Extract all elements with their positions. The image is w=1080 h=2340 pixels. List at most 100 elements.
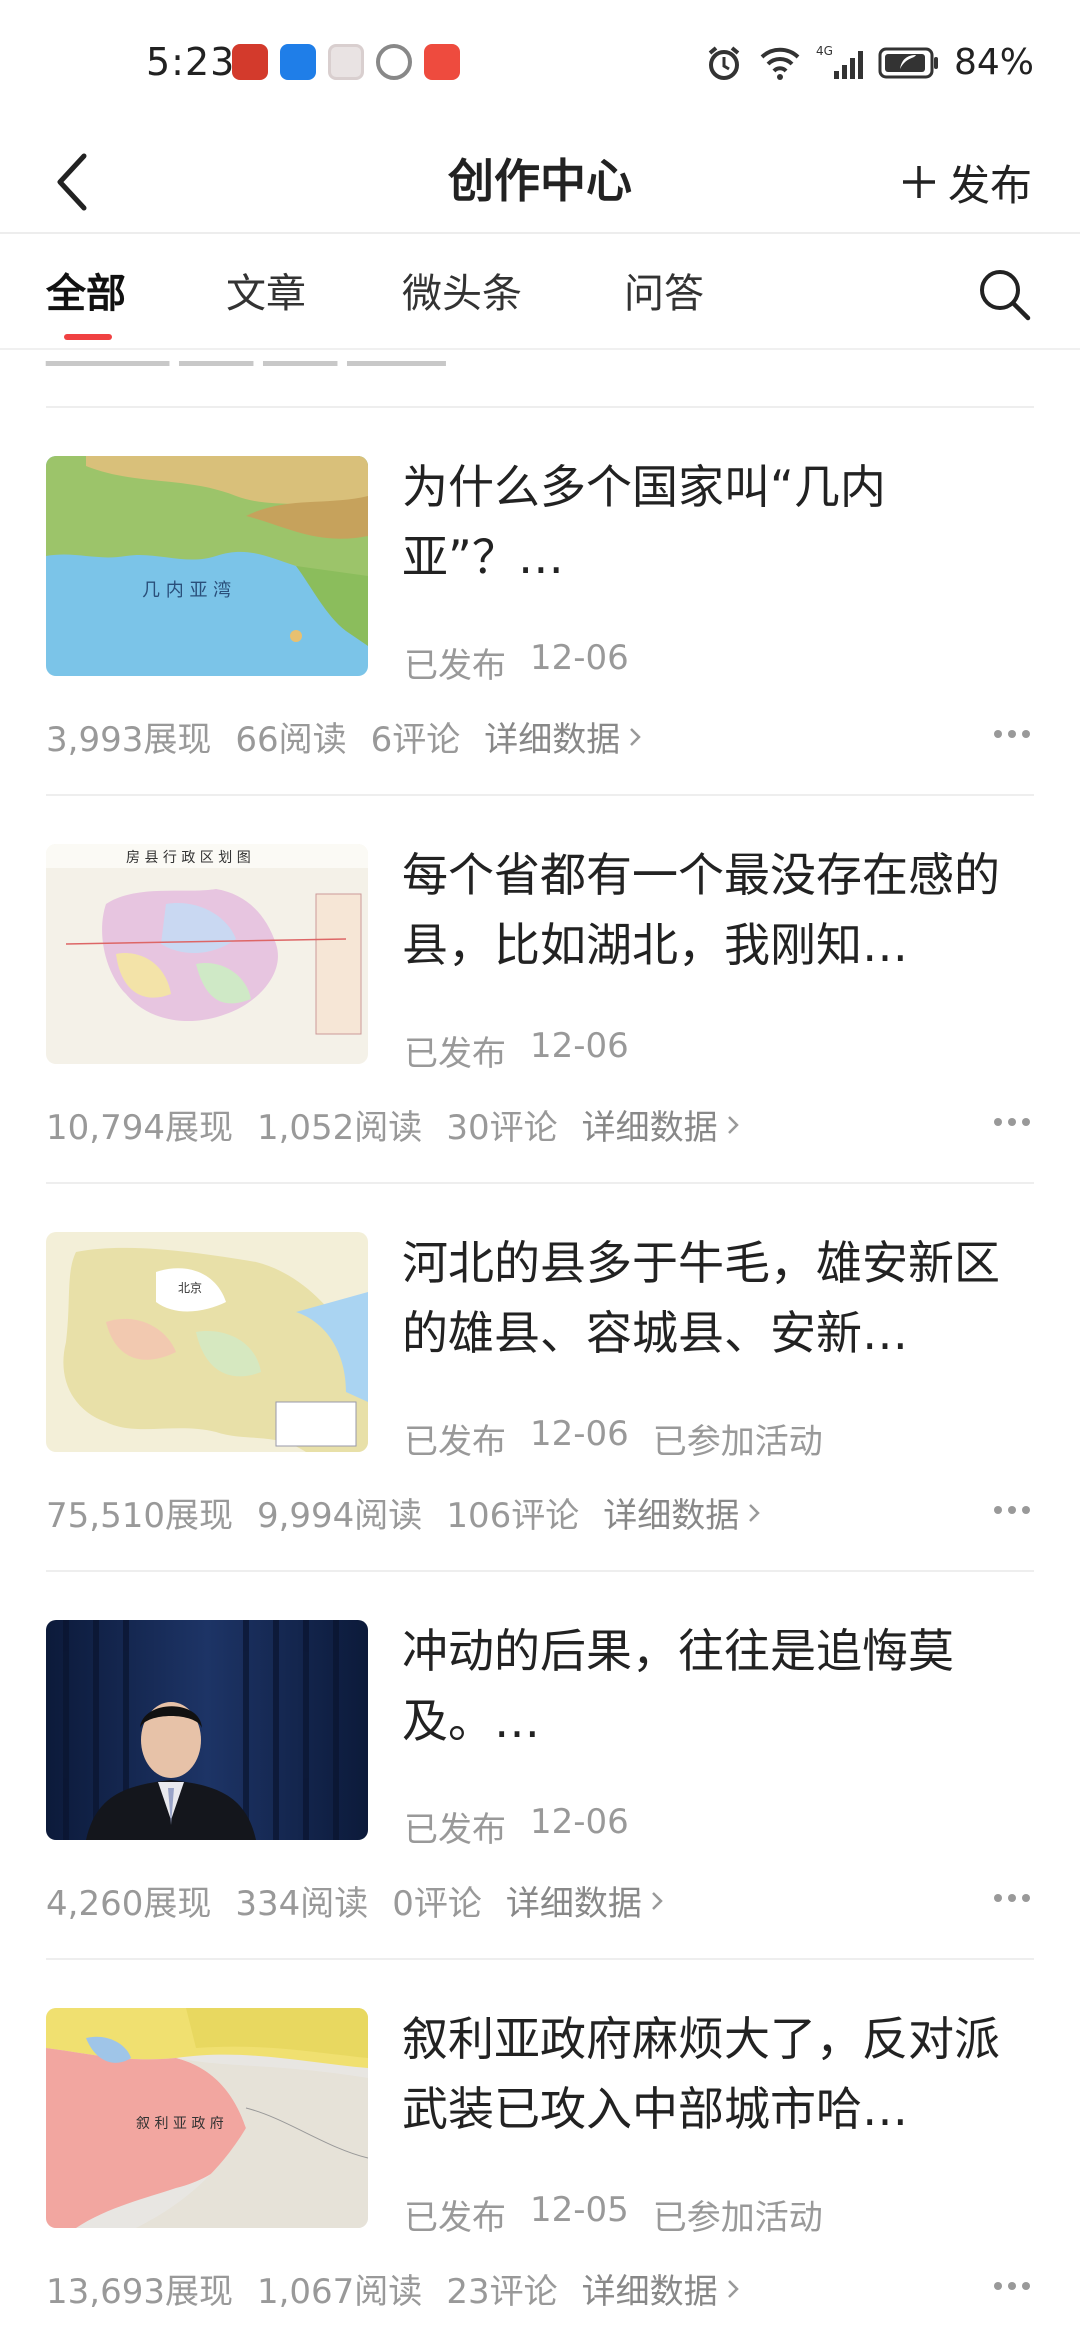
chevron-left-icon[interactable] [44, 144, 104, 220]
detail-label: 详细数据 [484, 720, 621, 760]
article-title[interactable]: 冲动的后果，往往是追悔莫及。… [402, 1616, 1002, 1756]
list-item[interactable]: 冲动的后果，往往是追悔莫及。… 已发布 12-06 4,260展现 334阅读 … [0, 1572, 1080, 1960]
reads-count: 1,067阅读 [256, 2272, 423, 2312]
shopping-app-icon [424, 44, 460, 80]
weather-app-icon [280, 44, 316, 80]
status-bar: 5:23 4G 84% [0, 0, 1080, 130]
comments-count: 0评论 [392, 1884, 482, 1924]
chevron-right-icon [749, 1503, 760, 1522]
article-meta: 已发布 12-06 [404, 1802, 629, 1851]
publish-date: 12-06 [530, 1414, 629, 1454]
impressions-count: 3,993展现 [46, 720, 212, 760]
tab-articles[interactable]: 文章 [226, 264, 306, 324]
publish-status: 已发布 [404, 1034, 506, 1074]
plus-icon [902, 166, 935, 198]
loading-circle-icon [376, 44, 412, 80]
article-title[interactable]: 为什么多个国家叫“几内亚”？… [402, 452, 1002, 592]
article-stats: 4,260展现 334阅读 0评论 详细数据 [46, 1876, 664, 1925]
reads-count: 334阅读 [235, 1884, 369, 1924]
publish-status: 已发布 [404, 1422, 506, 1462]
app-notification-icon [232, 44, 268, 80]
detail-data-link[interactable]: 详细数据 [582, 2264, 740, 2313]
reads-count: 1,052阅读 [256, 1108, 423, 1148]
chevron-right-icon [727, 2279, 739, 2298]
detail-data-link[interactable]: 详细数据 [603, 1488, 761, 1537]
article-stats: 10,794展现 1,052阅读 30评论 详细数据 [46, 1100, 740, 1149]
detail-data-link[interactable]: 详细数据 [484, 712, 642, 761]
article-stats: 3,993展现 66阅读 6评论 详细数据 [46, 712, 642, 761]
battery-percent: 84% [953, 42, 1034, 83]
detail-data-link[interactable]: 详细数据 [506, 1876, 664, 1925]
svg-text:4G: 4G [816, 44, 833, 58]
tab-micro-posts[interactable]: 微头条 [402, 264, 522, 324]
article-stats: 13,693展现 1,067阅读 23评论 详细数据 [46, 2264, 740, 2313]
publish-date: 12-06 [530, 638, 629, 678]
search-icon[interactable] [974, 264, 1034, 324]
status-icons: 4G 84% [704, 42, 1034, 83]
tab-qa[interactable]: 问答 [624, 264, 704, 324]
article-title[interactable]: 河北的县多于牛毛，雄安新区的雄县、容城县、安新… [402, 1228, 1002, 1368]
activity-tag: 已参加活动 [652, 2198, 823, 2238]
battery-icon [878, 43, 940, 83]
article-thumbnail: 房 县 行 政 区 划 图 [46, 844, 368, 1064]
list-item[interactable]: 叙 利 亚 政 府 叙利亚政府麻烦大了，反对派武装已攻入中部城市哈… 已发布 1… [0, 1960, 1080, 2340]
publish-date: 12-06 [530, 1026, 629, 1066]
active-tab-indicator [64, 334, 112, 340]
thumb-label: 几 内 亚 湾 [142, 580, 231, 601]
reads-count: 9,994阅读 [256, 1496, 423, 1536]
more-options-icon[interactable] [992, 728, 1032, 740]
article-meta: 已发布 12-06 [404, 1026, 629, 1075]
status-time: 5:23 [146, 40, 236, 84]
impressions-count: 10,794展现 [46, 1108, 233, 1148]
reads-count: 66阅读 [235, 720, 347, 760]
thumb-label: 叙 利 亚 政 府 [136, 2115, 224, 2132]
more-options-icon[interactable] [992, 2280, 1032, 2292]
chevron-right-icon [727, 1115, 739, 1134]
article-meta: 已发布 12-06 已参加活动 [404, 1414, 823, 1463]
thumb-label: 房 县 行 政 区 划 图 [126, 850, 251, 866]
cellular-signal-icon: 4G [816, 43, 864, 83]
comments-count: 106评论 [446, 1496, 580, 1536]
nav-header: 创作中心 发布 [0, 130, 1080, 234]
alarm-icon [704, 43, 744, 83]
detail-label: 详细数据 [581, 2272, 718, 2312]
list-item[interactable]: 房 县 行 政 区 划 图 每个省都有一个最没存在感的县，比如湖北，我刚知… 已… [0, 796, 1080, 1184]
more-options-icon[interactable] [992, 1892, 1032, 1904]
list-item[interactable]: 北京 河北的县多于牛毛，雄安新区的雄县、容城县、安新… 已发布 12-06 已参… [0, 1184, 1080, 1572]
activity-tag: 已参加活动 [652, 1422, 823, 1462]
article-meta: 已发布 12-05 已参加活动 [404, 2190, 823, 2239]
thumb-label: 北京 [178, 1281, 202, 1295]
notification-icons [232, 44, 460, 80]
article-title[interactable]: 每个省都有一个最没存在感的县，比如湖北，我刚知… [402, 840, 1002, 980]
tab-bar: 全部 文章 微头条 问答 [0, 234, 1080, 350]
detail-data-link[interactable]: 详细数据 [582, 1100, 740, 1149]
article-thumbnail: 几 内 亚 湾 [46, 456, 368, 676]
comments-count: 23评论 [446, 2272, 558, 2312]
publish-button[interactable]: 发布 [900, 148, 1032, 216]
detail-label: 详细数据 [505, 1884, 642, 1924]
chevron-right-icon [630, 727, 642, 746]
article-thumbnail: 叙 利 亚 政 府 [46, 2008, 368, 2228]
impressions-count: 75,510展现 [46, 1496, 233, 1536]
tab-all[interactable]: 全部 [46, 264, 126, 324]
publish-label: 发布 [947, 160, 1032, 210]
publish-status: 已发布 [404, 646, 506, 686]
article-title[interactable]: 叙利亚政府麻烦大了，反对派武装已攻入中部城市哈… [402, 2004, 1002, 2144]
list-item[interactable]: 几 内 亚 湾 为什么多个国家叫“几内亚”？… 已发布 12-06 3,993展… [0, 408, 1080, 796]
more-options-icon[interactable] [992, 1116, 1032, 1128]
impressions-count: 13,693展现 [46, 2272, 233, 2312]
article-thumbnail: 北京 [46, 1232, 368, 1452]
publish-status: 已发布 [404, 2198, 506, 2238]
more-options-icon[interactable] [992, 1504, 1032, 1516]
publish-date: 12-05 [530, 2190, 629, 2230]
detail-label: 详细数据 [603, 1496, 740, 1536]
article-list: ▁▁▁▁▁ ▁▁▁ ▁▁▁ ▁▁▁▁ 几 内 亚 湾 为什么多个国家叫“几内亚”… [0, 350, 1080, 2340]
comments-count: 6评论 [370, 720, 461, 760]
publish-date: 12-06 [530, 1802, 629, 1842]
wifi-icon [758, 43, 802, 83]
article-stats: 75,510展现 9,994阅读 106评论 详细数据 [46, 1488, 761, 1537]
impressions-count: 4,260展现 [46, 1884, 212, 1924]
publish-status: 已发布 [404, 1810, 506, 1850]
detail-label: 详细数据 [581, 1108, 718, 1148]
partial-stats-row: ▁▁▁▁▁ ▁▁▁ ▁▁▁ ▁▁▁▁ [46, 350, 446, 366]
